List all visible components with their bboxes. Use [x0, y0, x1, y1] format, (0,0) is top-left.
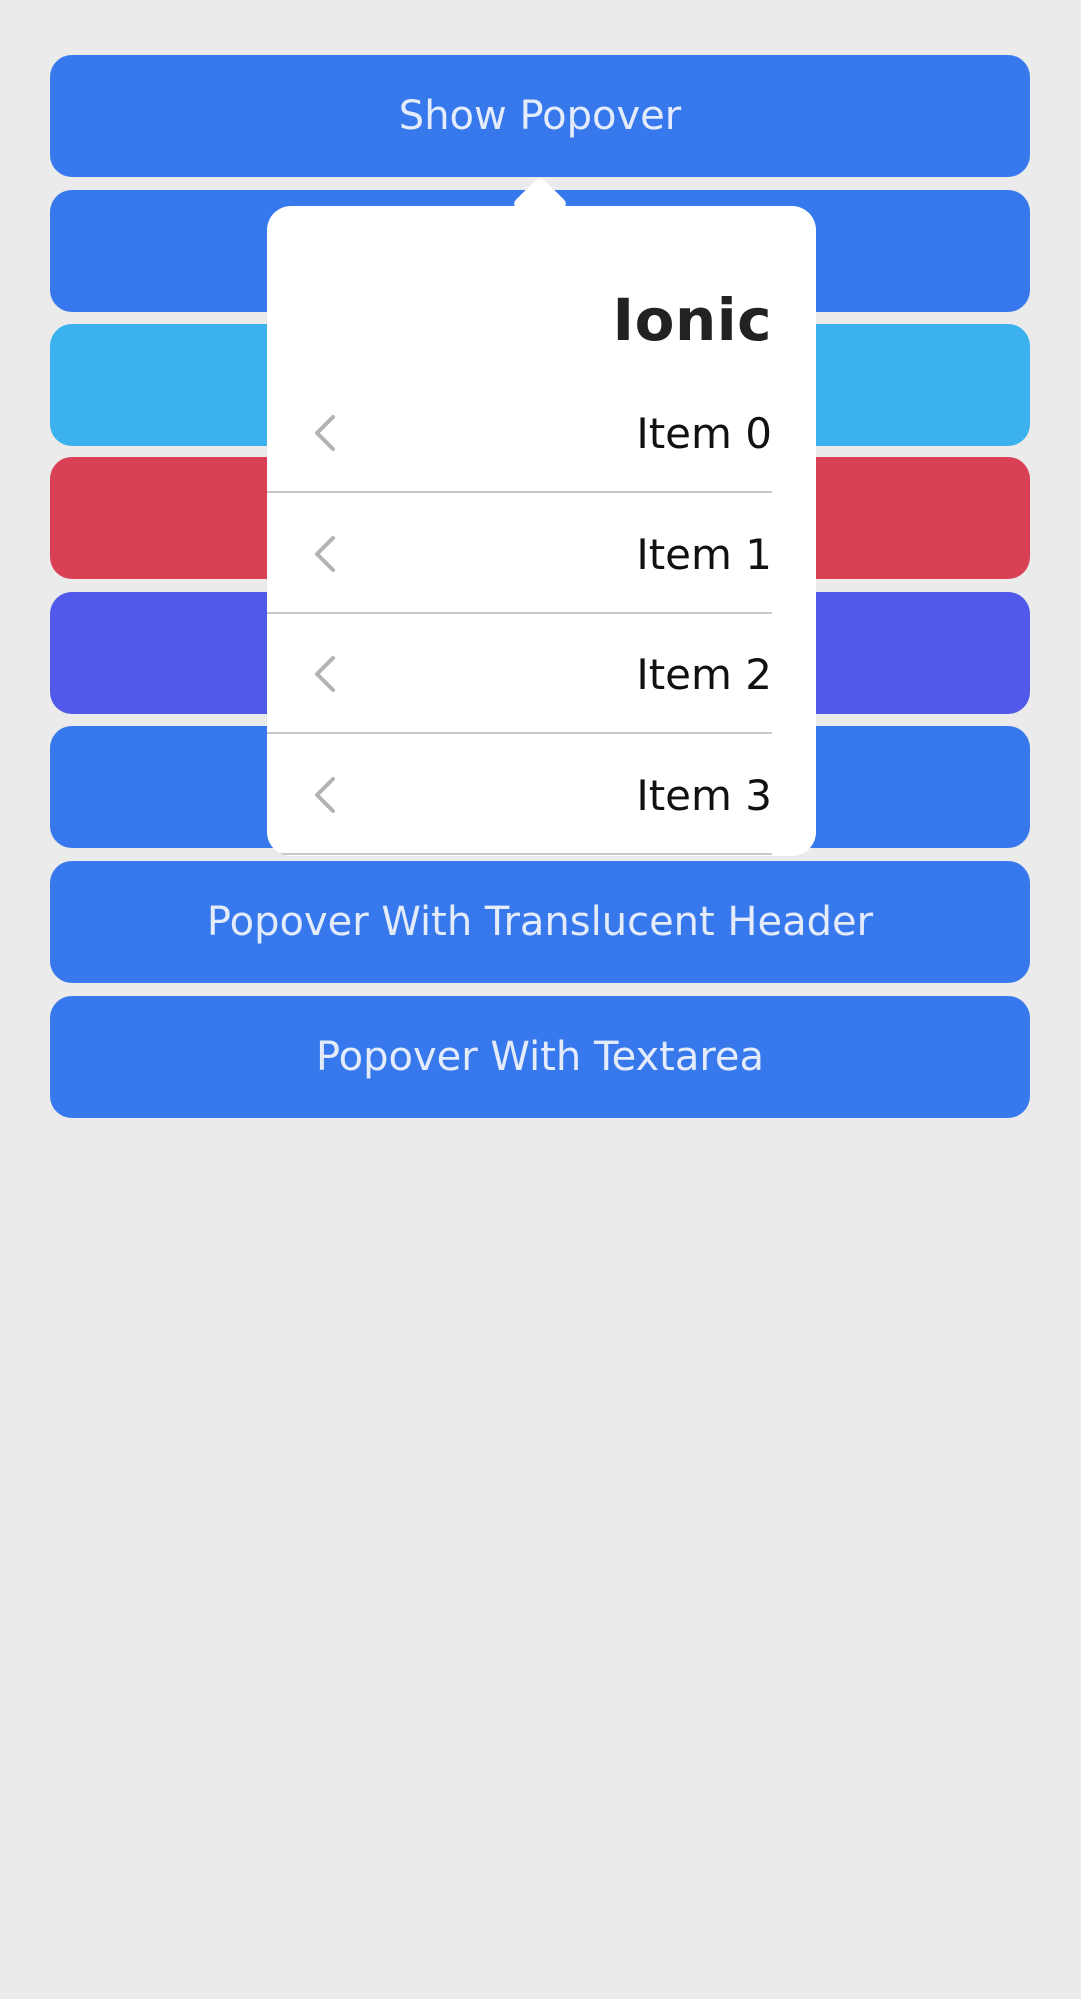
list-item[interactable]: Item 1 [267, 494, 816, 614]
textarea-popover-button[interactable]: Popover With Textarea [50, 996, 1030, 1118]
list-item-label: Item 3 [636, 770, 772, 820]
chevron-left-icon [305, 773, 349, 817]
list-item-divider [267, 491, 772, 493]
translucent-header-popover-button-label: Popover With Translucent Header [206, 899, 874, 945]
translucent-header-popover-button[interactable]: Popover With Translucent Header [50, 861, 1030, 983]
list-item-divider [267, 732, 772, 734]
list-item-label: Item 0 [636, 408, 772, 458]
chevron-left-icon [305, 532, 349, 576]
list-item-label: Item 2 [636, 649, 772, 699]
list-item-label: Item 1 [636, 529, 772, 579]
chevron-left-icon [305, 411, 349, 455]
list-item[interactable]: Item 2 [267, 614, 816, 734]
popover: Ionic Item 0 Item 1 Item 2 Item 3 [267, 206, 816, 856]
list-item[interactable]: Item 0 [267, 373, 816, 493]
show-popover-button-label: Show Popover [398, 93, 682, 139]
list-item[interactable]: Item 3 [267, 735, 816, 855]
textarea-popover-button-label: Popover With Textarea [315, 1034, 765, 1080]
popover-title: Ionic [612, 286, 772, 354]
show-popover-button[interactable]: Show Popover [50, 55, 1030, 177]
chevron-left-icon [305, 652, 349, 696]
list-item-divider [267, 853, 772, 855]
